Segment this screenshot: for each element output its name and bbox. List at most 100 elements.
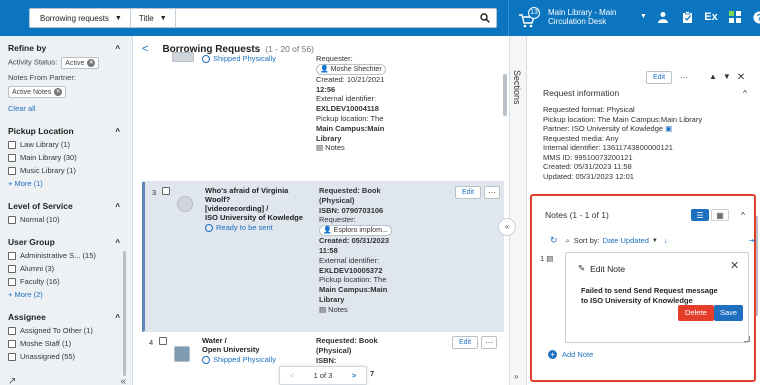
collapse-panel-icon[interactable]: « bbox=[120, 376, 126, 385]
previous-record-icon[interactable]: ▲ bbox=[709, 72, 717, 83]
requester-chip[interactable]: 👤 Esploro implom... bbox=[319, 225, 392, 237]
facet-option[interactable]: Main Library (30) bbox=[8, 153, 132, 162]
facet-option[interactable]: Moshe Staff (1) bbox=[8, 339, 132, 348]
record-title[interactable]: Water / bbox=[202, 336, 312, 345]
facet-option[interactable]: Assigned To Other (1) bbox=[8, 326, 132, 335]
refine-by-header[interactable]: Refine by ^ bbox=[8, 43, 120, 53]
ex-libris-icon[interactable]: Ex bbox=[703, 9, 719, 25]
sort-dropdown[interactable]: Date Updated bbox=[603, 236, 649, 245]
remove-filter-icon[interactable]: ✕ bbox=[87, 59, 96, 67]
facet-option[interactable]: Alumni (3) bbox=[8, 264, 132, 273]
section-header[interactable]: Request information ^ bbox=[543, 88, 747, 98]
id-card-icon[interactable]: ▣ bbox=[665, 124, 672, 133]
help-icon[interactable]: ? bbox=[751, 9, 760, 25]
active-notes-chip[interactable]: Active Notes ✕ bbox=[8, 86, 67, 98]
collapse-list-button[interactable]: « bbox=[498, 218, 516, 236]
row-checkbox[interactable] bbox=[159, 337, 167, 345]
chevron-up-icon[interactable]: ^ bbox=[115, 127, 120, 136]
clear-all-link[interactable]: Clear all bbox=[8, 104, 132, 113]
chevron-up-icon[interactable]: ^ bbox=[115, 44, 120, 53]
note-textarea[interactable]: Failed to send Send Request message to I… bbox=[581, 286, 721, 306]
item-thumbnail bbox=[177, 196, 193, 212]
edit-button[interactable]: Edit bbox=[646, 71, 673, 84]
checkbox[interactable] bbox=[8, 352, 16, 361]
requester-chip[interactable]: 👤 Moshe Shechter bbox=[316, 63, 386, 75]
expand-diagonal-icon[interactable]: ↗ bbox=[8, 376, 16, 385]
close-icon[interactable]: ✕ bbox=[730, 259, 739, 272]
list-item[interactable]: Shipped Physically Requester: 👤 Moshe Sh… bbox=[142, 50, 504, 182]
search-button[interactable] bbox=[474, 9, 496, 27]
record-title[interactable]: Who's afraid of Virginia Woolf? bbox=[205, 186, 315, 204]
cart-button[interactable]: 13 bbox=[518, 7, 542, 30]
chevron-down-icon[interactable]: ▼ bbox=[652, 238, 658, 244]
chevron-up-icon[interactable]: ^ bbox=[743, 88, 747, 98]
chip-label: Active Notes bbox=[12, 88, 52, 96]
checkbox[interactable] bbox=[8, 326, 16, 335]
apps-grid-icon[interactable] bbox=[727, 9, 743, 25]
resize-handle[interactable] bbox=[744, 336, 750, 342]
remove-filter-icon[interactable]: ✕ bbox=[54, 88, 63, 96]
edit-button[interactable]: Edit bbox=[455, 186, 482, 199]
chevron-up-icon[interactable]: ^ bbox=[115, 202, 120, 211]
facet-header[interactable]: Assignee ^ bbox=[8, 312, 120, 322]
checkbox[interactable] bbox=[8, 140, 16, 149]
facet-option[interactable]: Unassigned (55) bbox=[8, 352, 132, 361]
more-link[interactable]: + More (2) bbox=[8, 290, 132, 299]
facet-header[interactable]: Level of Service ^ bbox=[8, 201, 120, 211]
scrollbar[interactable] bbox=[123, 251, 126, 376]
list-item-selected[interactable]: 3 Who's afraid of Virginia Woolf? [video… bbox=[142, 182, 504, 332]
search-icon[interactable]: ⌕ bbox=[566, 236, 570, 246]
delete-button[interactable]: Delete bbox=[678, 305, 714, 321]
facet-title: Assignee bbox=[8, 312, 46, 322]
grid-view-icon[interactable]: ▦ bbox=[711, 209, 729, 221]
checkbox[interactable] bbox=[8, 166, 16, 175]
add-note-button[interactable]: + Add Note bbox=[548, 350, 593, 359]
close-icon[interactable]: ✕ bbox=[737, 72, 745, 83]
checkbox[interactable] bbox=[8, 153, 16, 162]
facet-option[interactable]: Normal (10) bbox=[8, 215, 132, 224]
refresh-icon[interactable]: ↻ bbox=[550, 235, 558, 246]
sections-tab[interactable]: Sections bbox=[512, 70, 522, 105]
chevron-down-icon[interactable]: ▼ bbox=[640, 13, 647, 20]
list-view-icon[interactable]: ☰ bbox=[691, 209, 709, 221]
previous-page-button[interactable]: < bbox=[290, 371, 294, 380]
facet-header[interactable]: Pickup Location ^ bbox=[8, 126, 120, 136]
facet-option[interactable]: Faculty (16) bbox=[8, 277, 132, 286]
expand-details-icon[interactable]: » bbox=[514, 372, 518, 381]
chevron-up-icon[interactable]: ^ bbox=[115, 238, 120, 247]
next-page-button[interactable]: > bbox=[352, 371, 356, 380]
search-input[interactable] bbox=[175, 9, 474, 27]
more-actions-button[interactable]: ··· bbox=[484, 186, 501, 199]
row-checkbox[interactable] bbox=[162, 187, 170, 195]
active-filter-chip[interactable]: Active ✕ bbox=[61, 57, 100, 69]
notes-link[interactable]: ▤ Notes bbox=[316, 143, 406, 153]
facet-option[interactable]: Administrative S... (15) bbox=[8, 251, 132, 260]
save-button[interactable]: Save bbox=[714, 305, 744, 321]
more-actions-button[interactable]: ··· bbox=[481, 336, 498, 349]
chevron-up-icon[interactable]: ^ bbox=[741, 210, 745, 220]
sort-direction-icon[interactable]: ↓ bbox=[664, 236, 668, 245]
more-link[interactable]: + More (1) bbox=[8, 179, 132, 188]
checkbox[interactable] bbox=[8, 215, 16, 224]
checkbox[interactable] bbox=[8, 277, 16, 286]
search-scope-dropdown[interactable]: Borrowing requests ▼ bbox=[30, 9, 131, 27]
checkbox[interactable] bbox=[8, 339, 16, 348]
checkbox[interactable] bbox=[8, 264, 16, 273]
location-selector[interactable]: Main Library - Main Circulation Desk bbox=[548, 8, 638, 26]
scrollbar[interactable] bbox=[503, 74, 507, 116]
requester-name: Moshe Shechter bbox=[330, 65, 382, 73]
facet-option[interactable]: Law Library (1) bbox=[8, 140, 132, 149]
export-icon[interactable]: ⇥ bbox=[749, 236, 755, 245]
facet-header[interactable]: User Group ^ bbox=[8, 237, 120, 247]
search-field-dropdown[interactable]: Title ▼ bbox=[131, 9, 176, 27]
more-actions-button[interactable]: ··· bbox=[676, 71, 693, 84]
user-icon[interactable] bbox=[655, 9, 671, 25]
next-record-icon[interactable]: ▼ bbox=[723, 72, 731, 83]
notes-link[interactable]: ▤ Notes bbox=[319, 305, 409, 315]
task-list-icon[interactable] bbox=[679, 9, 695, 25]
edit-button[interactable]: Edit bbox=[452, 336, 479, 349]
chevron-up-icon[interactable]: ^ bbox=[115, 313, 120, 322]
checkbox[interactable] bbox=[8, 251, 16, 260]
user-icon: 👤 bbox=[323, 227, 334, 235]
facet-option[interactable]: Music Library (1) bbox=[8, 166, 132, 175]
